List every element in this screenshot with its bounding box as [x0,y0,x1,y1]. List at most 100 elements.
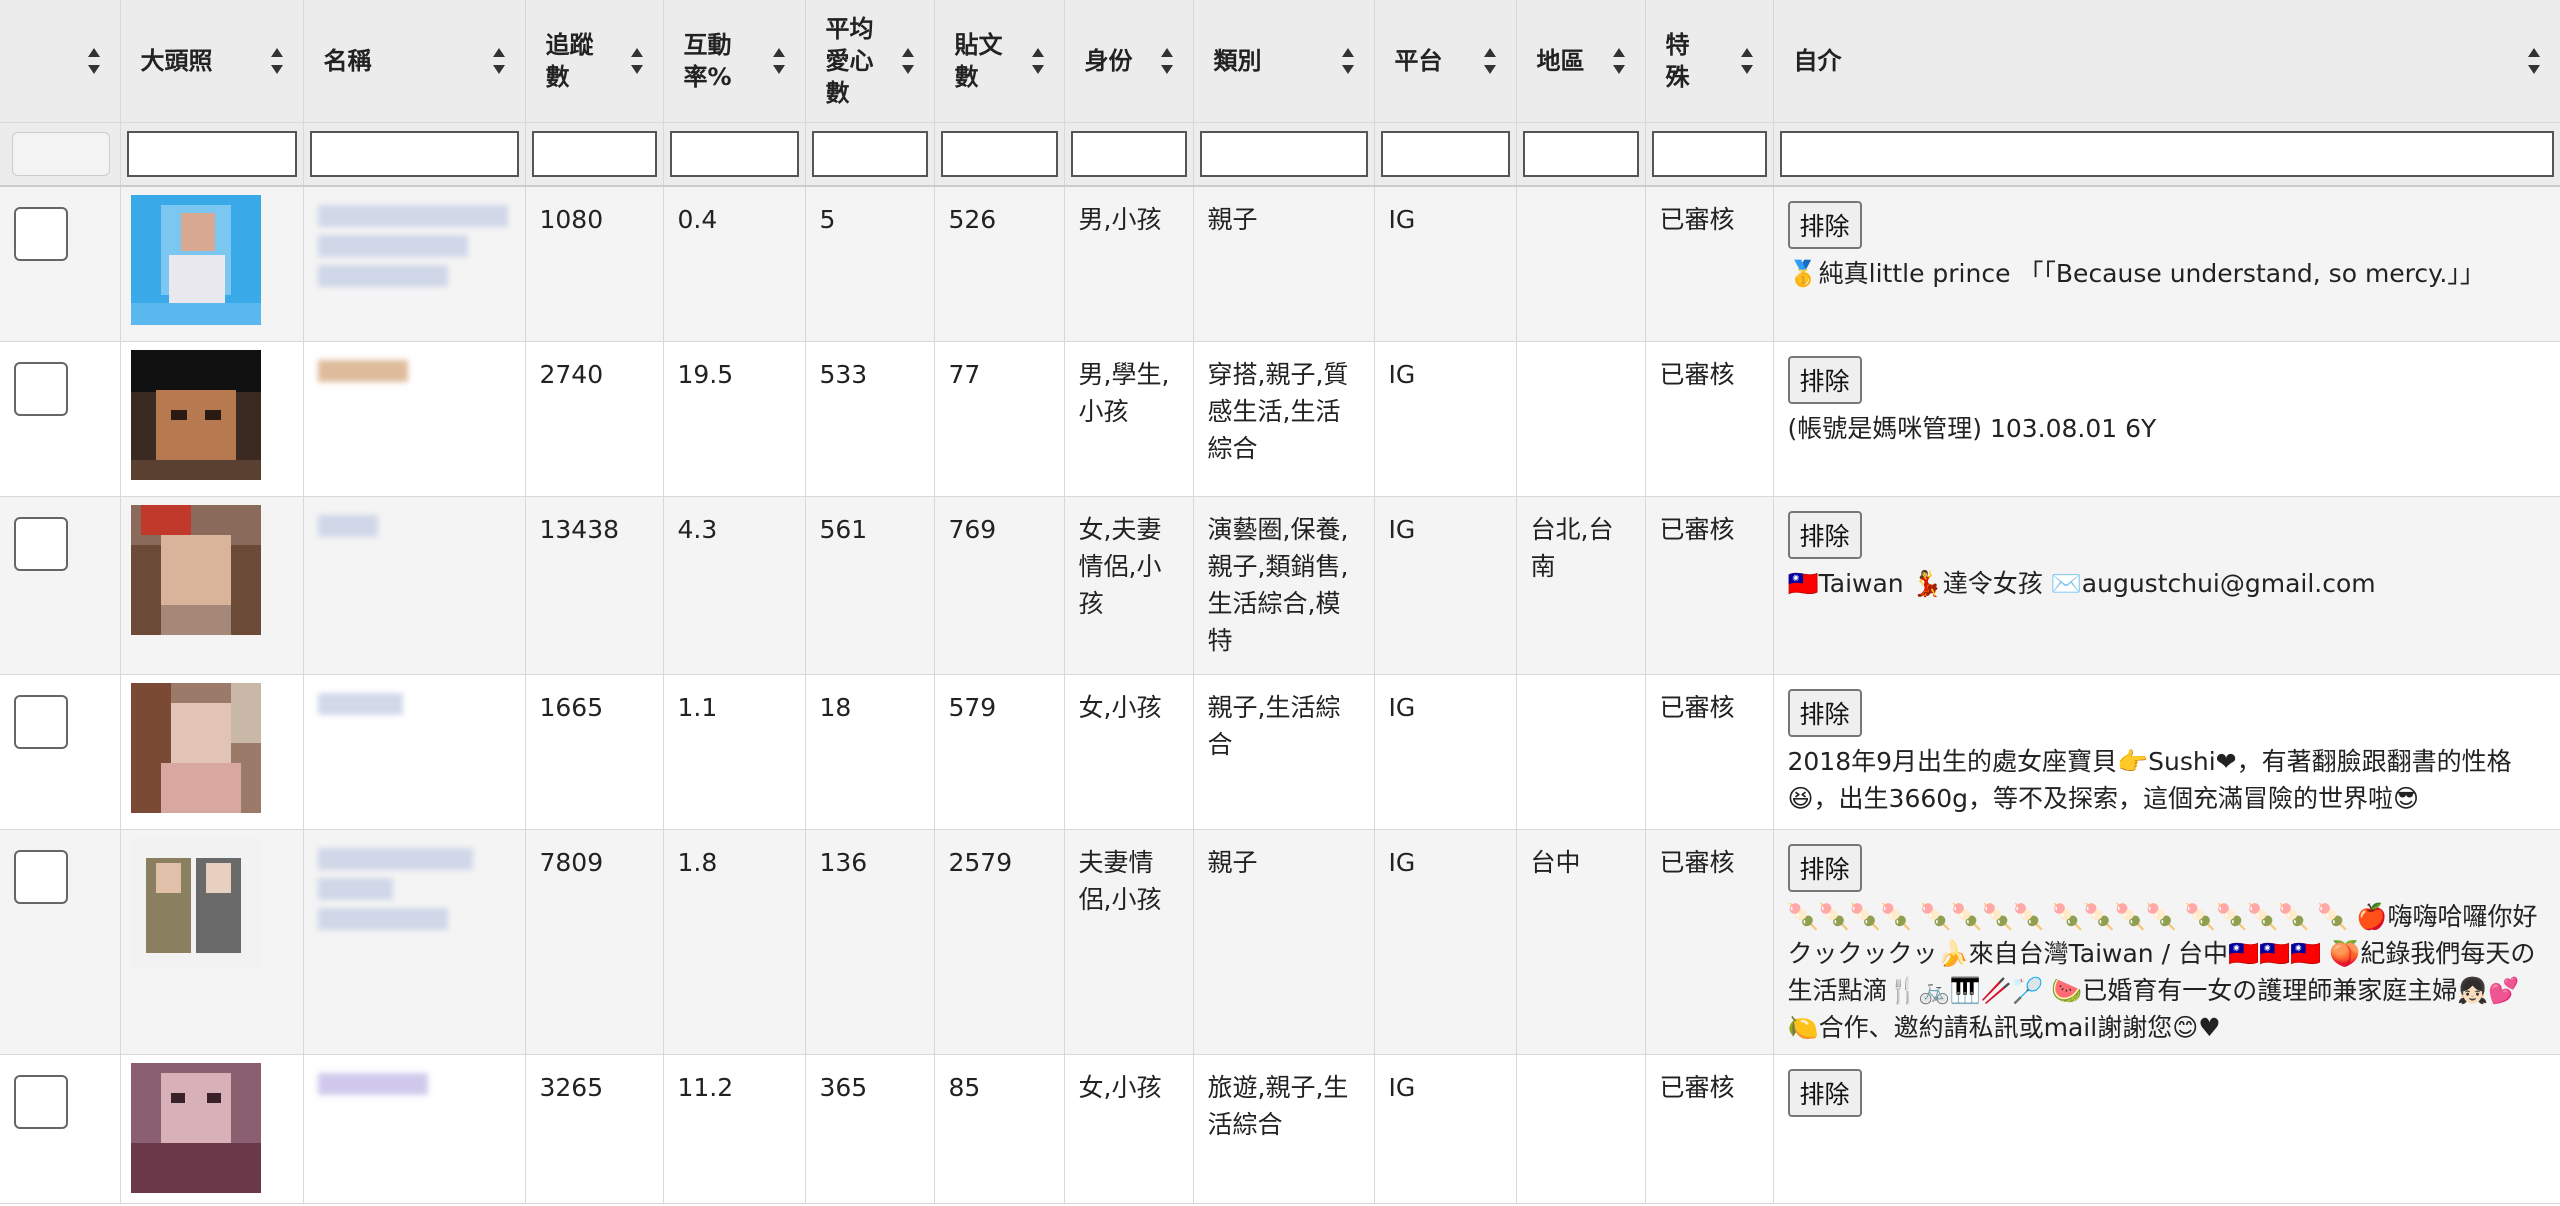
filter-platform-input[interactable] [1380,130,1510,177]
header-posts[interactable]: 貼文數 [934,0,1065,123]
filter-name-input[interactable] [309,130,519,177]
filter-engagement-input[interactable] [669,130,799,177]
posts-cell: 579 [934,674,1065,830]
remove-button[interactable]: 排除 [1787,510,1862,559]
posts-cell: 769 [934,496,1065,675]
sort-icon[interactable] [1159,46,1175,76]
filter-posts-input[interactable] [940,130,1058,177]
posts-cell: 77 [934,341,1065,497]
posts-cell: 526 [934,186,1065,342]
sort-icon[interactable] [1340,46,1356,76]
avg-likes-cell: 365 [805,1054,935,1204]
special-cell: 已審核 [1645,1054,1774,1204]
platform-cell: IG [1374,496,1517,675]
sort-icon[interactable] [900,46,916,76]
avg-likes-cell: 18 [805,674,935,830]
avg-likes-cell: 561 [805,496,935,675]
table-row: 13438 4.3 561 769 女,夫妻情侶,小孩 演藝圈,保養,親子,類銷… [0,496,2560,675]
row-checkbox[interactable] [14,849,68,904]
sort-icon[interactable] [1611,46,1627,76]
filter-identity-input[interactable] [1070,130,1187,177]
row-checkbox[interactable] [14,361,68,416]
bio-text: 2018年9月出生的處女座寶貝👉Sushi❤，有著翻臉跟翻書的性格😆，出生366… [1787,746,2512,813]
region-cell [1516,1054,1646,1204]
table-row: 7809 1.8 136 2579 夫妻情侶,小孩 親子 IG 台中 已審核 排… [0,829,2560,1055]
header-region[interactable]: 地區 [1516,0,1646,123]
row-checkbox[interactable] [14,1074,68,1129]
header-name[interactable]: 名稱 [303,0,526,123]
engagement-cell: 1.8 [663,829,806,1055]
header-bio[interactable]: 自介 [1773,0,2560,123]
sort-icon[interactable] [269,46,285,76]
platform-cell: IG [1374,186,1517,342]
header-avatar[interactable]: 大頭照 [120,0,304,123]
header-special[interactable]: 特殊 [1645,0,1774,123]
region-cell [1516,341,1646,497]
posts-cell: 85 [934,1054,1065,1204]
remove-button[interactable]: 排除 [1787,201,1862,249]
header-label: 平台 [1394,46,1443,75]
filter-select-button[interactable] [12,131,110,176]
filter-avatar-input[interactable] [126,130,297,177]
sort-icon[interactable] [491,46,507,76]
filter-avg-likes-input[interactable] [811,130,928,177]
sort-icon[interactable] [1030,46,1046,76]
platform-cell: IG [1374,1054,1517,1204]
remove-button[interactable]: 排除 [1787,688,1862,737]
header-platform[interactable]: 平台 [1374,0,1517,123]
category-cell: 穿搭,親子,質感生活,生活綜合 [1193,341,1375,497]
identity-cell: 夫妻情侶,小孩 [1064,829,1194,1055]
header-select[interactable] [0,0,121,123]
sort-icon[interactable] [2526,46,2542,76]
avg-likes-cell: 136 [805,829,935,1055]
remove-button[interactable]: 排除 [1787,355,1862,404]
filter-followers-input[interactable] [531,130,657,177]
header-category[interactable]: 類別 [1193,0,1375,123]
engagement-cell: 11.2 [663,1054,806,1204]
row-checkbox[interactable] [14,516,68,571]
avatar [130,195,261,325]
header-label: 特殊 [1665,30,1690,91]
avg-likes-cell: 533 [805,341,935,497]
header-label: 身份 [1084,46,1133,75]
sort-icon[interactable] [1482,46,1498,76]
name-redacted [317,1069,511,1095]
sort-icon[interactable] [771,46,787,76]
filter-category-input[interactable] [1199,130,1368,177]
header-followers[interactable]: 追蹤數 [525,0,664,123]
bio-text: 🍡🍡🍡🍡 🍡🍡🍡🍡 🍡🍡🍡🍡 🍡🍡🍡🍡 🍡 🍎嗨嗨哈囉你好クックックッ🍌來自台灣… [1787,901,2538,1042]
header-engagement[interactable]: 互動率% [663,0,806,123]
sort-icon[interactable] [86,46,102,76]
sort-icon[interactable] [629,46,645,76]
filter-special-input[interactable] [1651,130,1767,177]
filter-bio-input[interactable] [1779,130,2554,177]
remove-button[interactable]: 排除 [1787,1068,1862,1117]
header-label: 大頭照 [140,46,213,75]
identity-cell: 男,小孩 [1064,186,1194,342]
name-redacted [317,511,511,537]
avatar [130,682,261,813]
remove-button[interactable]: 排除 [1787,843,1862,892]
table-row: 1665 1.1 18 579 女,小孩 親子,生活綜合 IG 已審核 排除 20… [0,674,2560,830]
followers-cell: 3265 [525,1054,664,1204]
sort-icon[interactable] [1739,46,1755,76]
platform-cell: IG [1374,341,1517,497]
row-checkbox[interactable] [14,694,68,749]
avatar [130,837,261,968]
identity-cell: 女,夫妻情侶,小孩 [1064,496,1194,675]
special-cell: 已審核 [1645,341,1774,497]
table-row: 1080 0.4 5 526 男,小孩 親子 IG 已審核 排除 🥇純真littl… [0,186,2560,342]
name-redacted [317,689,511,715]
influencer-table: 大頭照 名稱 追蹤數 互動率% 平均愛心數 貼文數 身份 類別 平台 地區 特殊 [0,0,2560,1204]
followers-cell: 1665 [525,674,664,830]
header-label: 互動率% [683,30,732,91]
header-avg-likes[interactable]: 平均愛心數 [805,0,935,123]
table-row: 3265 11.2 365 85 女,小孩 旅遊,親子,生活綜合 IG 已審核 … [0,1054,2560,1204]
header-identity[interactable]: 身份 [1064,0,1194,123]
row-checkbox[interactable] [14,207,68,261]
identity-cell: 女,小孩 [1064,674,1194,830]
category-cell: 親子 [1193,186,1375,342]
engagement-cell: 1.1 [663,674,806,830]
category-cell: 親子 [1193,829,1375,1055]
filter-region-input[interactable] [1522,130,1639,177]
